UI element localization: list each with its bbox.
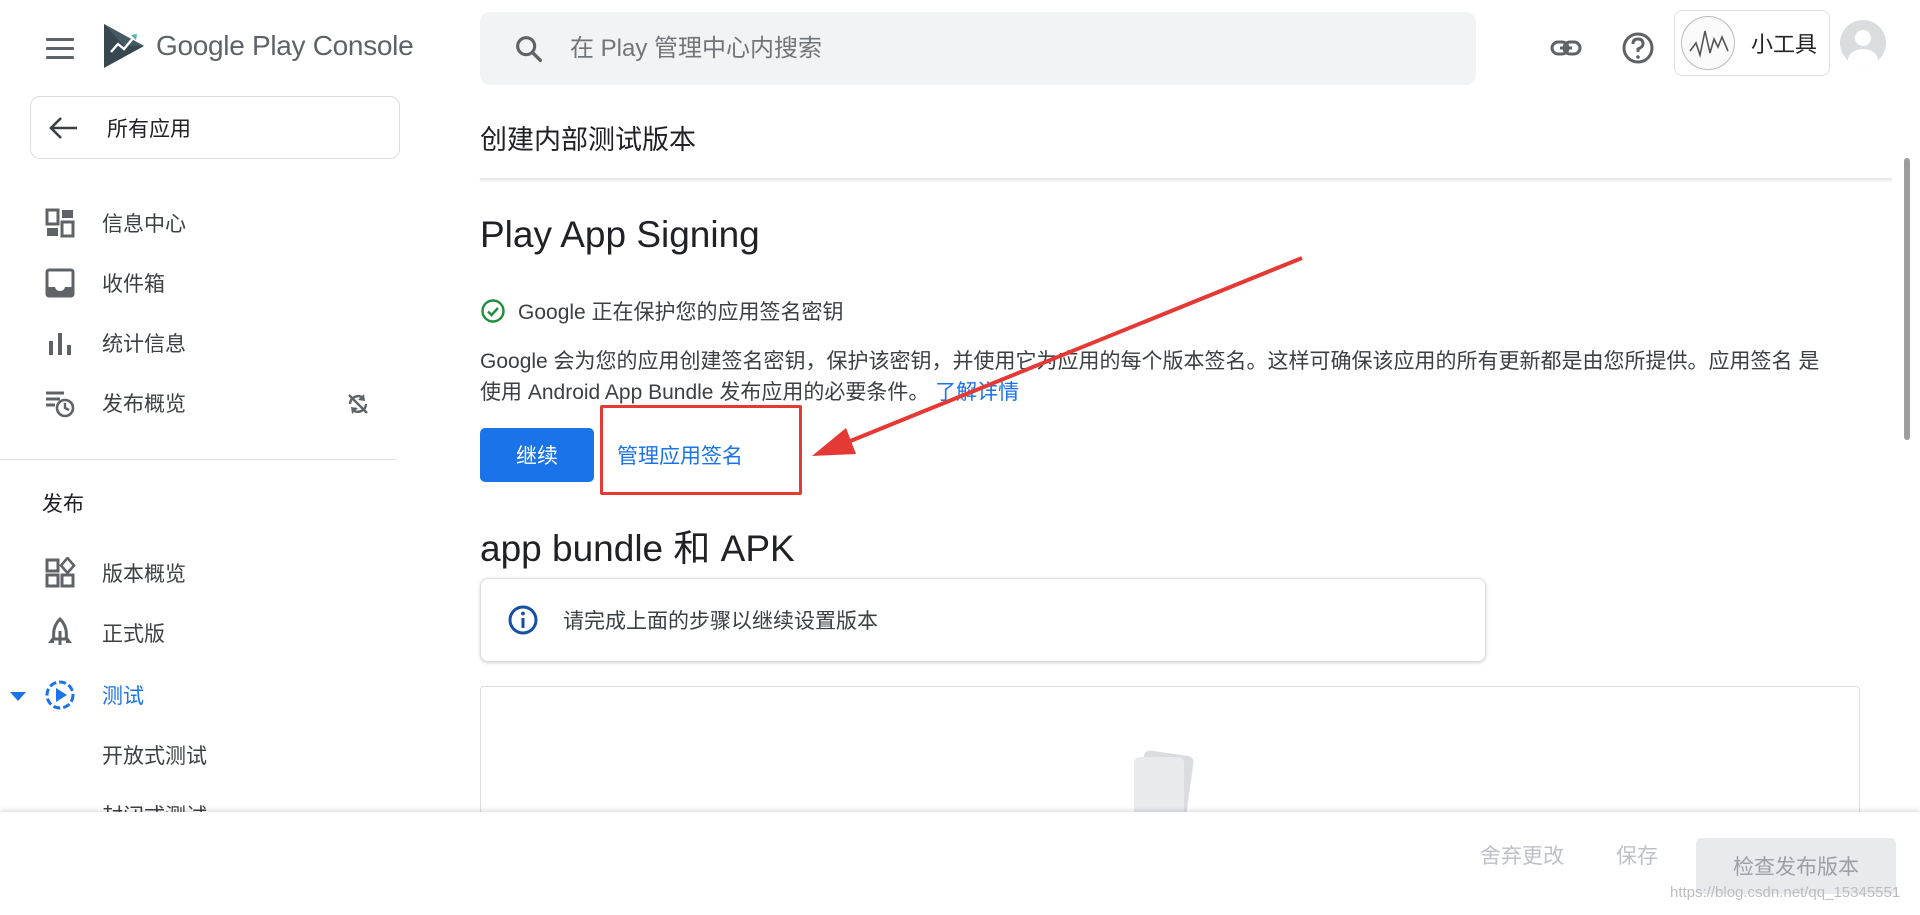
- sidebar-item-label: 统计信息: [102, 333, 186, 356]
- all-apps-back-button[interactable]: 所有应用: [30, 96, 400, 159]
- sidebar-item-label: 测试: [102, 685, 144, 708]
- developer-account-name: 小工具: [1751, 32, 1818, 57]
- release-overview-icon: [45, 557, 76, 588]
- action-footer: 舍弃更改 保存 检查发布版本: [0, 812, 1920, 915]
- signing-status: Google 正在保护您的应用签名密钥: [480, 296, 844, 326]
- section-heading-app-bundle: app bundle 和 APK: [480, 528, 795, 569]
- developer-account-switcher[interactable]: 小工具: [1674, 10, 1830, 76]
- all-apps-label: 所有应用: [107, 117, 191, 141]
- info-banner: 请完成上面的步骤以继续设置版本: [480, 578, 1486, 662]
- signing-description: Google 会为您的应用创建签名密钥，保护该密钥，并使用它为应用的每个版本签名…: [480, 346, 1820, 408]
- save-button[interactable]: 保存: [1616, 840, 1658, 870]
- top-app-bar: Google Play Console 小工具: [0, 0, 1920, 96]
- search-bar[interactable]: [480, 12, 1476, 85]
- sidebar-item-release-overview[interactable]: 版本概览: [0, 548, 400, 598]
- signing-status-text: Google 正在保护您的应用签名密钥: [518, 301, 844, 324]
- sidebar-item-label: 发布概览: [102, 393, 186, 416]
- hamburger-menu-icon[interactable]: [40, 30, 80, 66]
- annotation-highlight-box: [600, 405, 802, 495]
- app-bundle-upload-area[interactable]: [480, 686, 1860, 826]
- sidebar-item-label: 正式版: [102, 623, 165, 646]
- title-divider: [480, 178, 1892, 180]
- sidebar-item-inbox[interactable]: 收件箱: [0, 258, 400, 308]
- sidebar-item-label: 版本概览: [102, 563, 186, 586]
- search-input[interactable]: [570, 34, 1370, 63]
- play-console-logo-icon: [104, 24, 144, 68]
- section-heading-app-signing: Play App Signing: [480, 214, 760, 255]
- help-icon[interactable]: [1618, 28, 1658, 68]
- link-icon[interactable]: [1546, 28, 1586, 68]
- sidebar-subitem-closed-testing[interactable]: 封闭式测试: [102, 800, 207, 812]
- developer-logo-icon: [1681, 16, 1735, 70]
- discard-changes-button[interactable]: 舍弃更改: [1480, 840, 1564, 870]
- continue-button[interactable]: 继续: [480, 428, 594, 482]
- sidebar-divider: [0, 459, 396, 460]
- testing-icon: [45, 680, 75, 710]
- production-icon: [48, 617, 72, 645]
- main-scrollbar[interactable]: [1904, 158, 1910, 440]
- sidebar-item-label: 信息中心: [102, 213, 186, 236]
- sidebar-item-publishing-overview[interactable]: 发布概览: [0, 378, 400, 428]
- learn-more-link[interactable]: 了解详情: [935, 381, 1019, 404]
- page-title: 创建内部测试版本: [480, 125, 696, 155]
- play-console-logo[interactable]: Google Play Console: [102, 22, 414, 70]
- logo-text-play: Google Play: [156, 30, 306, 61]
- sidebar-section-release: 发布: [42, 493, 84, 516]
- sidebar-item-testing[interactable]: 测试: [0, 670, 400, 720]
- logo-text-console: Console: [312, 30, 414, 61]
- sidebar-subitem-open-testing[interactable]: 开放式测试: [102, 740, 207, 770]
- dashboard-icon: [45, 208, 75, 238]
- user-avatar-icon[interactable]: [1840, 20, 1886, 66]
- sidebar-item-production[interactable]: 正式版: [0, 608, 400, 658]
- arrow-back-icon: [49, 116, 77, 139]
- inbox-icon: [45, 268, 75, 298]
- sidebar-item-label: 收件箱: [102, 273, 165, 296]
- sidebar-item-statistics[interactable]: 统计信息: [0, 318, 400, 368]
- info-banner-text: 请完成上面的步骤以继续设置版本: [563, 610, 878, 633]
- search-icon: [516, 35, 543, 62]
- check-circle-icon: [481, 299, 505, 323]
- sidebar-nav: 所有应用 信息中心 收件箱 统计信息 发布概览 发布 版本概览 正式版 测试 开…: [0, 96, 400, 812]
- sync-disabled-icon: [348, 394, 368, 414]
- bar-chart-icon: [49, 333, 71, 355]
- sidebar-item-dashboard[interactable]: 信息中心: [0, 198, 400, 248]
- publishing-overview-icon: [46, 391, 75, 418]
- signing-description-line-1: Google 会为您的应用创建签名密钥，保护该密钥，并使用它为应用的每个版本签名…: [480, 350, 1793, 373]
- watermark-text: https://blog.csdn.net/qq_15345551: [1670, 884, 1901, 901]
- info-icon: [508, 605, 538, 635]
